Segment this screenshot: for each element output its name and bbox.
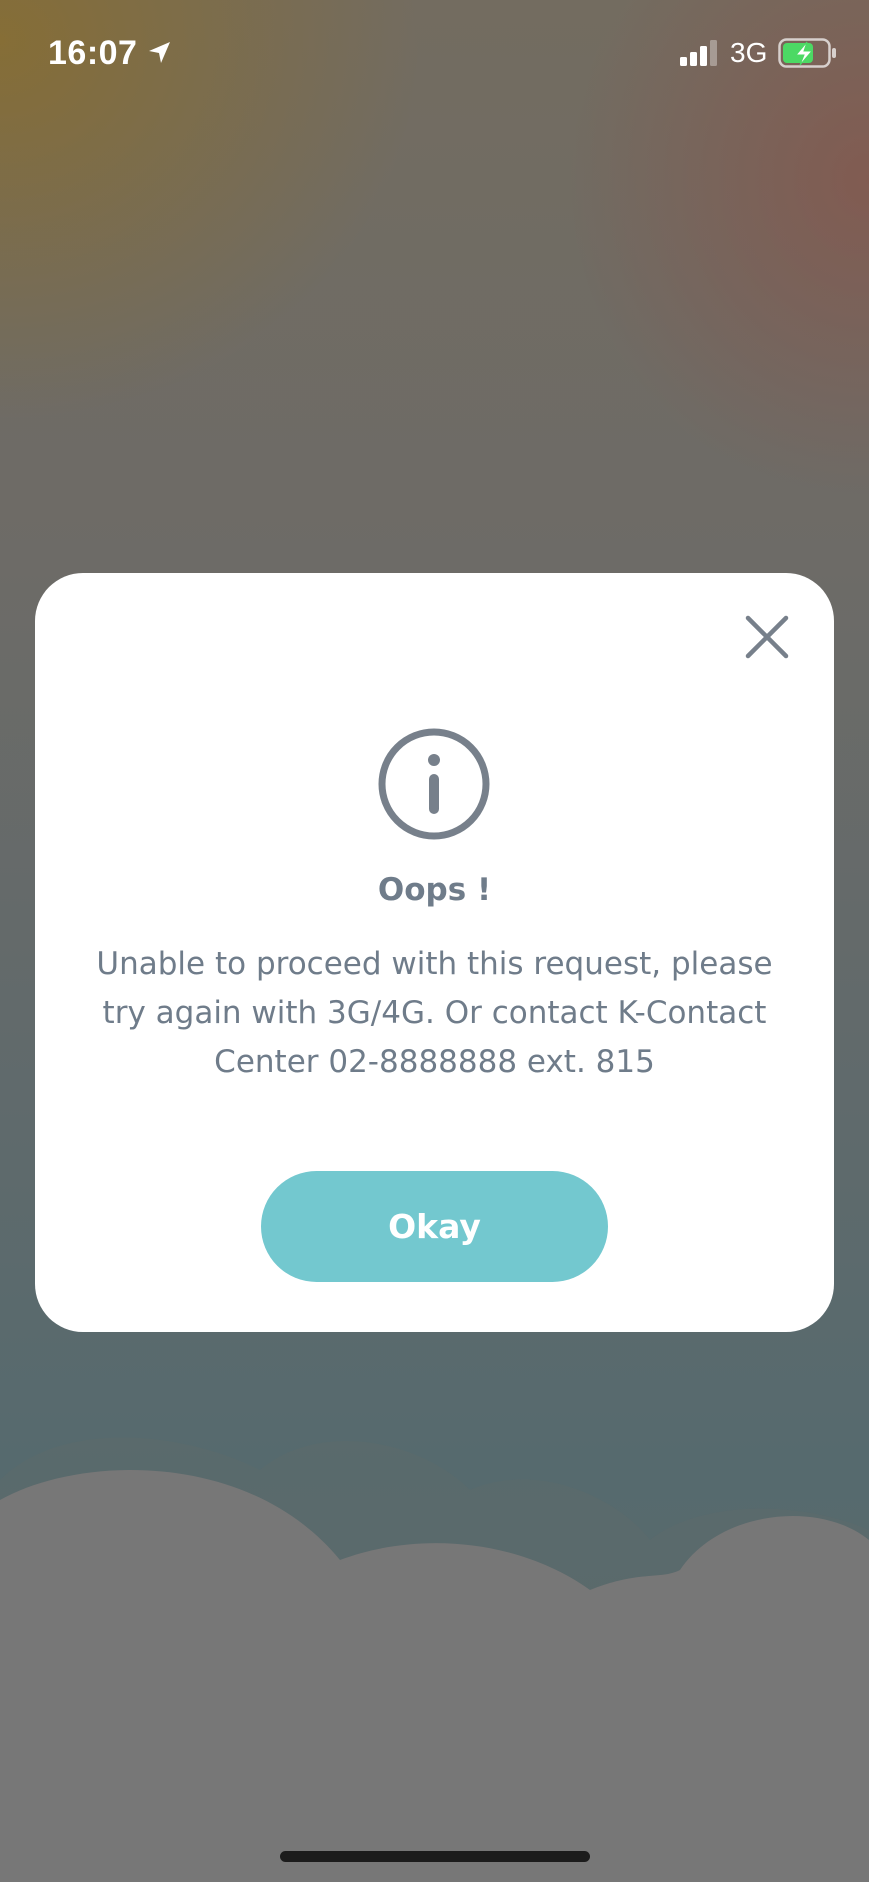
okay-button[interactable]: Okay	[261, 1171, 608, 1282]
dialog-title: Oops !	[377, 872, 492, 908]
message-line: Center 02-8888888 ext. 815	[214, 1044, 655, 1080]
message-line: try again with 3G/4G. Or contact K-Conta…	[102, 995, 767, 1031]
close-icon	[745, 615, 789, 659]
close-button[interactable]	[730, 600, 804, 674]
dialog-message: Unable to proceed with this request, ple…	[65, 940, 804, 1087]
info-circle-icon	[377, 727, 491, 841]
message-line: Unable to proceed with this request, ple…	[96, 946, 773, 982]
home-indicator[interactable]	[280, 1851, 590, 1862]
